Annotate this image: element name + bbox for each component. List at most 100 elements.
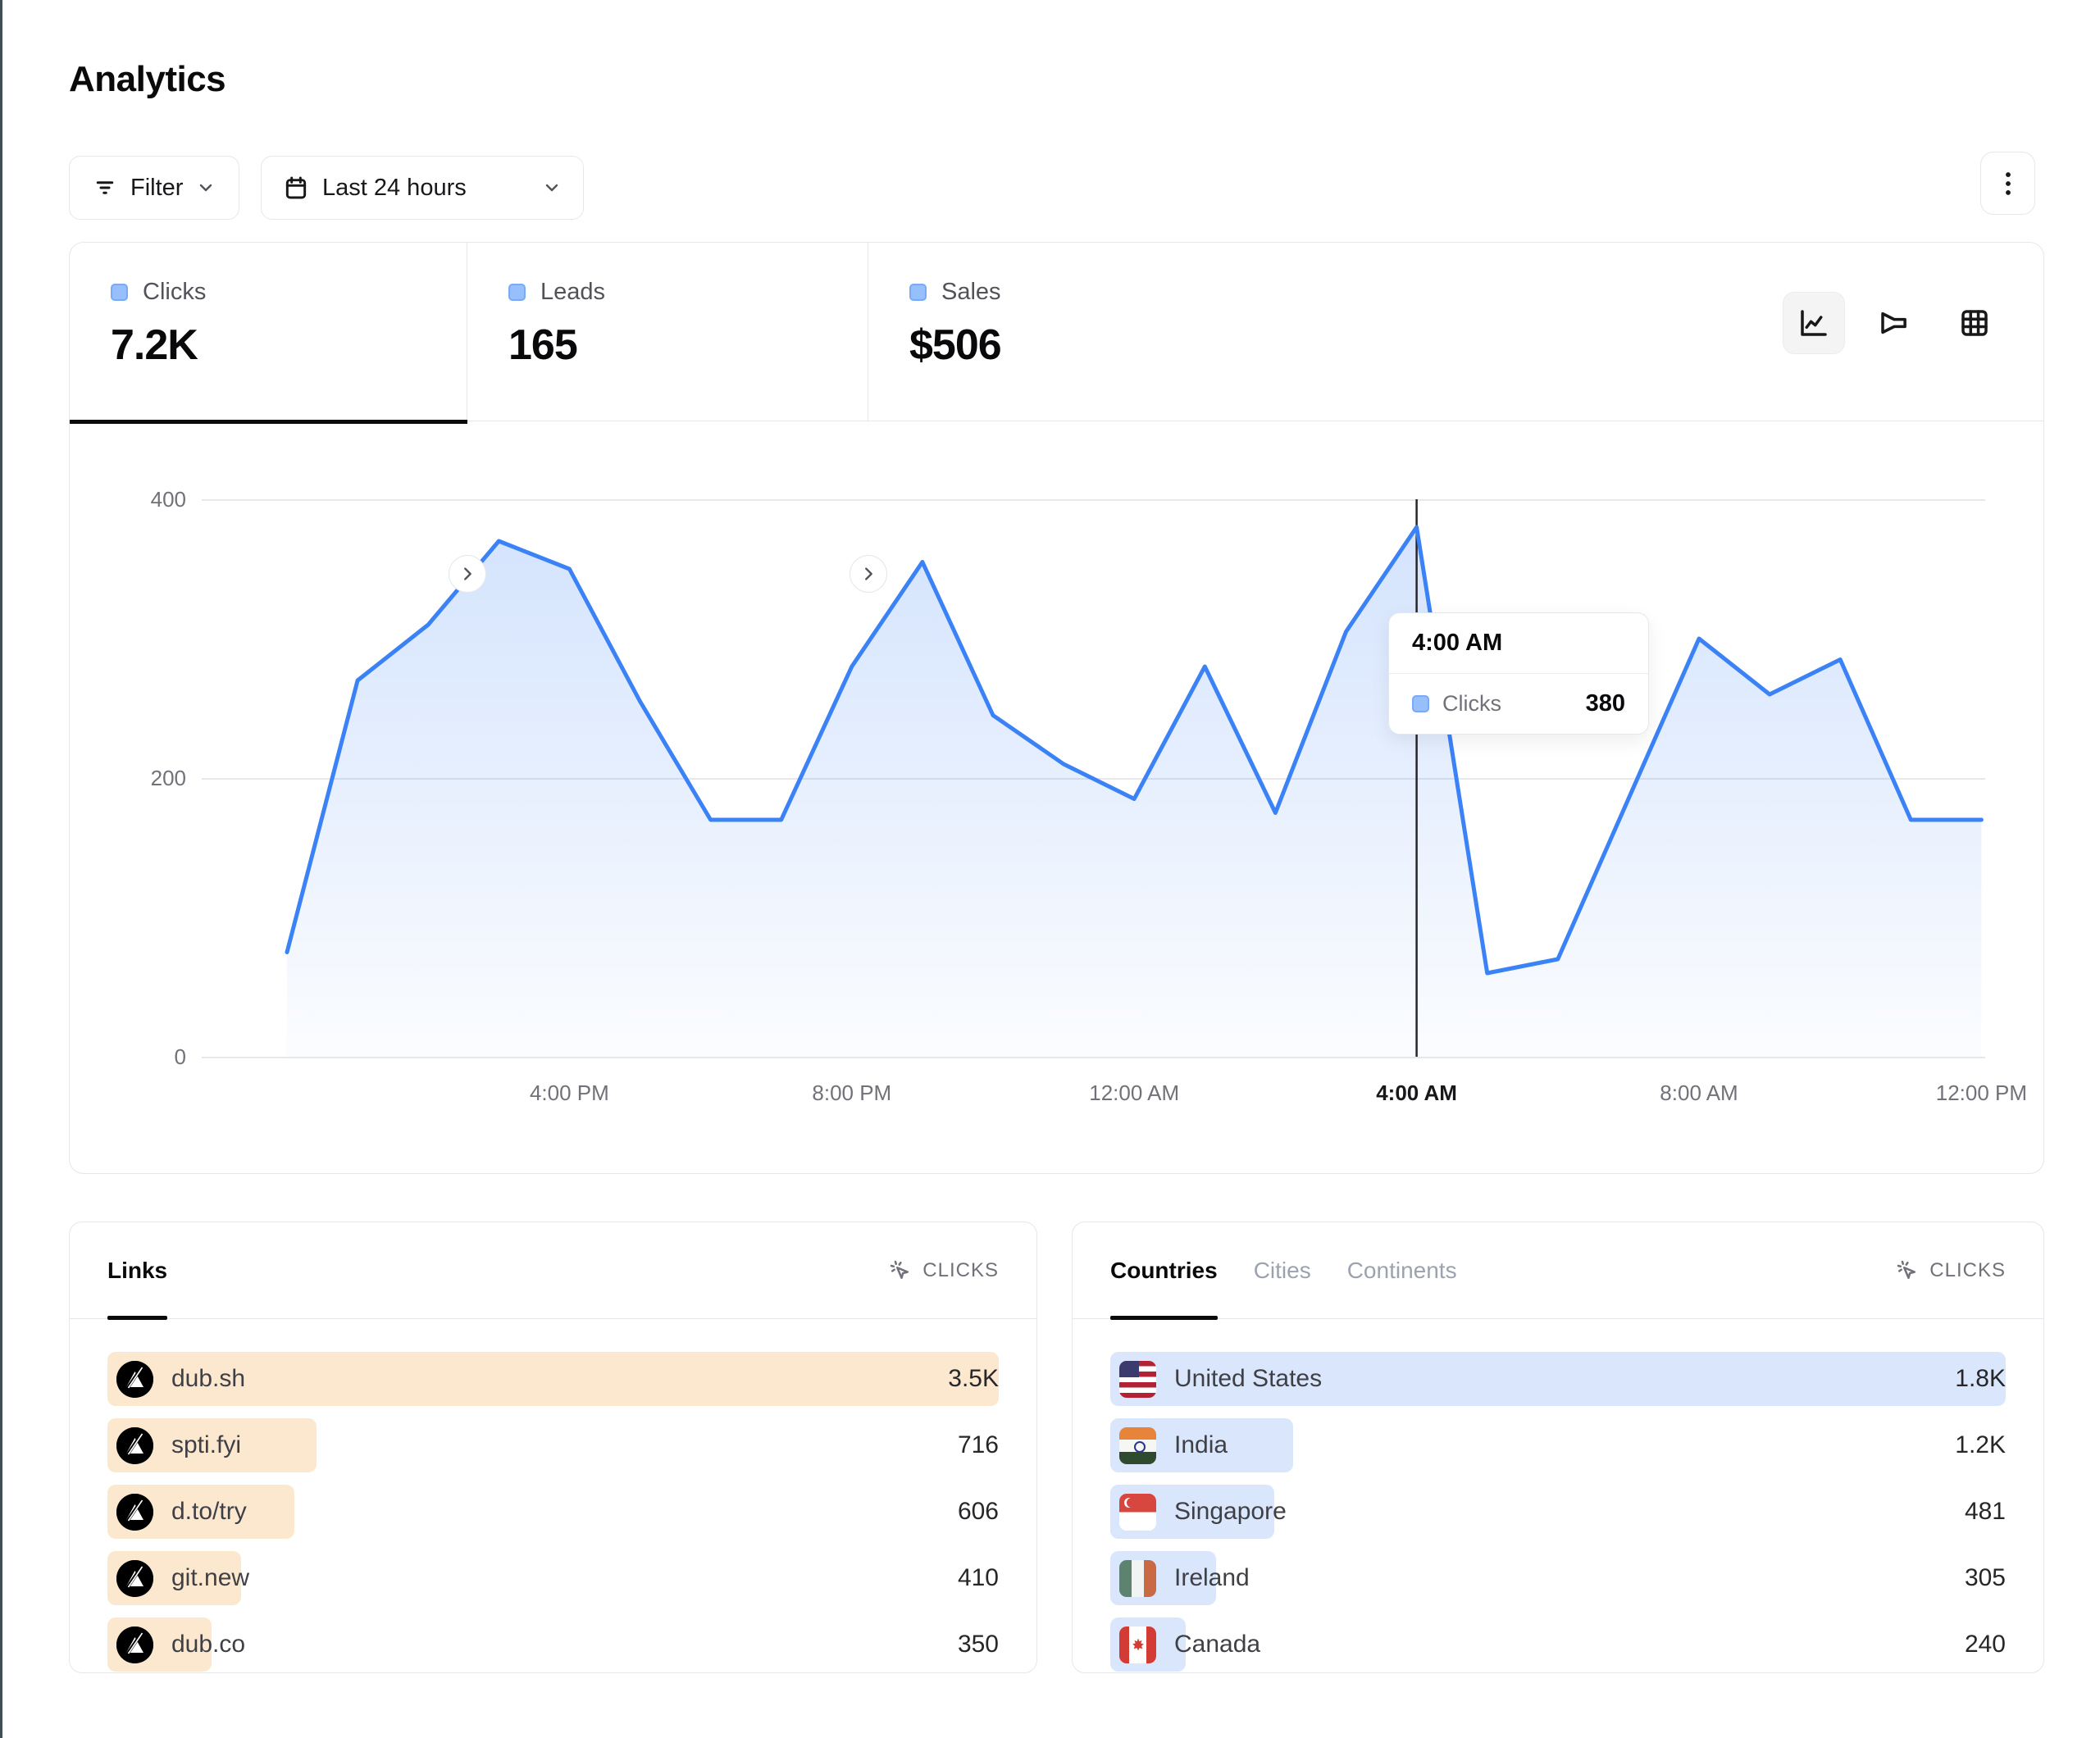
row-label: dub.sh xyxy=(171,1365,245,1393)
links_panel-row[interactable]: d.to/try 606 xyxy=(107,1485,999,1539)
metric-label-text: CLICKS xyxy=(1929,1259,2006,1282)
y-axis-tick: 200 xyxy=(112,766,186,791)
row-value: 240 xyxy=(1965,1631,2006,1658)
links_panel-row[interactable]: dub.sh 3.5K xyxy=(107,1352,999,1406)
leads-legend-square xyxy=(508,284,526,301)
row-label: dub.co xyxy=(171,1631,245,1658)
x-axis-tick: 12:00 PM xyxy=(1936,1081,2027,1106)
clicks-metric-label[interactable]: CLICKS xyxy=(888,1258,999,1283)
stat-label: Sales xyxy=(941,279,1001,306)
links_panel-row[interactable]: spti.fyi716 xyxy=(107,1418,999,1472)
tab-links[interactable]: Links xyxy=(107,1222,167,1318)
countries_panel-row[interactable]: Canada 240 xyxy=(1110,1617,2006,1672)
chevron-down-icon xyxy=(542,178,562,198)
funnel-chart-toggle[interactable] xyxy=(1863,292,1925,354)
flag-in-icon xyxy=(1119,1427,1156,1464)
date-range-label: Last 24 hours xyxy=(322,175,529,202)
funnel-chart-icon xyxy=(1877,306,1911,340)
cursor-click-icon xyxy=(888,1258,913,1283)
stat-value: 7.2K xyxy=(111,321,467,370)
cursor-click-icon xyxy=(1895,1258,1920,1283)
kebab-menu-icon xyxy=(1996,170,2020,198)
row-value: 1.8K xyxy=(1955,1365,2006,1393)
dub-logo-avatar xyxy=(116,1560,153,1597)
links-panel: Links CLICKS dub.sh 3.5K spti.fyi716 d.to/t… xyxy=(69,1222,1037,1673)
countries_panel-row[interactable]: Singapore481 xyxy=(1110,1485,2006,1539)
row-label: git.new xyxy=(171,1564,249,1592)
sales-legend-square xyxy=(909,284,927,301)
links_panel-row[interactable]: dub.co 350 xyxy=(107,1617,999,1672)
y-axis-tick: 0 xyxy=(112,1044,186,1070)
dub-logo-avatar xyxy=(116,1494,153,1531)
window-edge xyxy=(0,0,2,1738)
row-value: 606 xyxy=(958,1498,999,1526)
countries_panel-row[interactable]: United States 1.8K xyxy=(1110,1352,2006,1406)
active-tab-underline xyxy=(70,420,467,424)
grid-table-icon xyxy=(1957,306,1992,340)
line-chart-icon xyxy=(1797,306,1831,340)
dub-logo-avatar xyxy=(116,1361,153,1398)
stat-value: 165 xyxy=(508,321,868,370)
tab-continents[interactable]: Continents xyxy=(1347,1222,1457,1318)
analytics-card: Clicks 7.2K Leads 165 Sales $506 xyxy=(69,242,2044,1174)
clicks-legend-square xyxy=(111,284,128,301)
expand-clicks-button[interactable] xyxy=(449,555,486,593)
metric-label-text: CLICKS xyxy=(922,1259,999,1282)
row-label: d.to/try xyxy=(171,1498,247,1526)
expand-leads-button[interactable] xyxy=(850,555,887,593)
row-label: Canada xyxy=(1174,1631,1260,1658)
chevron-down-icon xyxy=(196,178,216,198)
filter-button[interactable]: Filter xyxy=(69,156,239,220)
more-options-button[interactable] xyxy=(1980,152,2035,215)
row-value: 3.5K xyxy=(948,1365,999,1393)
tab-sales[interactable]: Sales $506 xyxy=(868,243,1278,421)
y-axis-tick: 400 xyxy=(112,487,186,512)
page-title: Analytics xyxy=(69,59,225,100)
date-range-button[interactable]: Last 24 hours xyxy=(261,156,584,220)
tab-cities[interactable]: Cities xyxy=(1254,1222,1311,1318)
flag-ie-icon xyxy=(1119,1560,1156,1597)
row-value: 716 xyxy=(958,1431,999,1459)
x-axis-tick: 8:00 PM xyxy=(812,1081,891,1106)
row-label: Ireland xyxy=(1174,1564,1250,1592)
row-label: United States xyxy=(1174,1365,1322,1393)
chevron-right-icon xyxy=(859,565,877,583)
flag-us-icon xyxy=(1119,1361,1156,1398)
links_panel-row[interactable]: git.new 410 xyxy=(107,1551,999,1605)
row-value: 410 xyxy=(958,1564,999,1592)
dub-logo-avatar xyxy=(116,1427,153,1464)
chart-tooltip: 4:00 AM Clicks 380 xyxy=(1388,612,1649,735)
countries-panel-header: Countries Cities Continents CLICKS xyxy=(1073,1222,2043,1319)
tooltip-time: 4:00 AM xyxy=(1389,613,1648,674)
flag-ca-icon xyxy=(1119,1627,1156,1663)
tab-leads[interactable]: Leads 165 xyxy=(467,243,868,421)
clicks-metric-label[interactable]: CLICKS xyxy=(1895,1258,2006,1283)
x-axis-tick: 8:00 AM xyxy=(1660,1081,1738,1106)
row-value: 305 xyxy=(1965,1564,2006,1592)
x-axis-tick: 12:00 AM xyxy=(1089,1081,1179,1106)
flag-sg-icon xyxy=(1119,1494,1156,1531)
x-axis-tick: 4:00 PM xyxy=(530,1081,609,1106)
chart-area-fill xyxy=(287,527,1981,1057)
line-chart-toggle[interactable] xyxy=(1783,292,1845,354)
tooltip-value: 380 xyxy=(1586,690,1625,717)
stat-label: Clicks xyxy=(143,279,206,306)
filter-lines-icon xyxy=(93,175,117,200)
links-list: dub.sh 3.5K spti.fyi716 d.to/try 606 git.new 4… xyxy=(70,1319,1036,1672)
row-label: India xyxy=(1174,1431,1228,1459)
countries-list: United States 1.8K India1.2K Singapore481 Ir… xyxy=(1073,1319,2043,1672)
chart-type-switcher xyxy=(1783,292,2006,354)
tab-countries[interactable]: Countries xyxy=(1110,1222,1218,1318)
stat-value: $506 xyxy=(909,321,1278,370)
table-toggle[interactable] xyxy=(1943,292,2006,354)
tab-clicks[interactable]: Clicks 7.2K xyxy=(70,243,467,421)
tooltip-legend-square xyxy=(1412,695,1429,712)
chevron-right-icon xyxy=(458,565,476,583)
row-value: 350 xyxy=(958,1631,999,1658)
countries_panel-row[interactable]: India1.2K xyxy=(1110,1418,2006,1472)
countries_panel-row[interactable]: Ireland 305 xyxy=(1110,1551,2006,1605)
links-panel-header: Links CLICKS xyxy=(70,1222,1036,1319)
stats-header: Clicks 7.2K Leads 165 Sales $506 xyxy=(70,243,2043,421)
x-axis-tick: 4:00 AM xyxy=(1376,1081,1457,1106)
row-value: 481 xyxy=(1965,1498,2006,1526)
